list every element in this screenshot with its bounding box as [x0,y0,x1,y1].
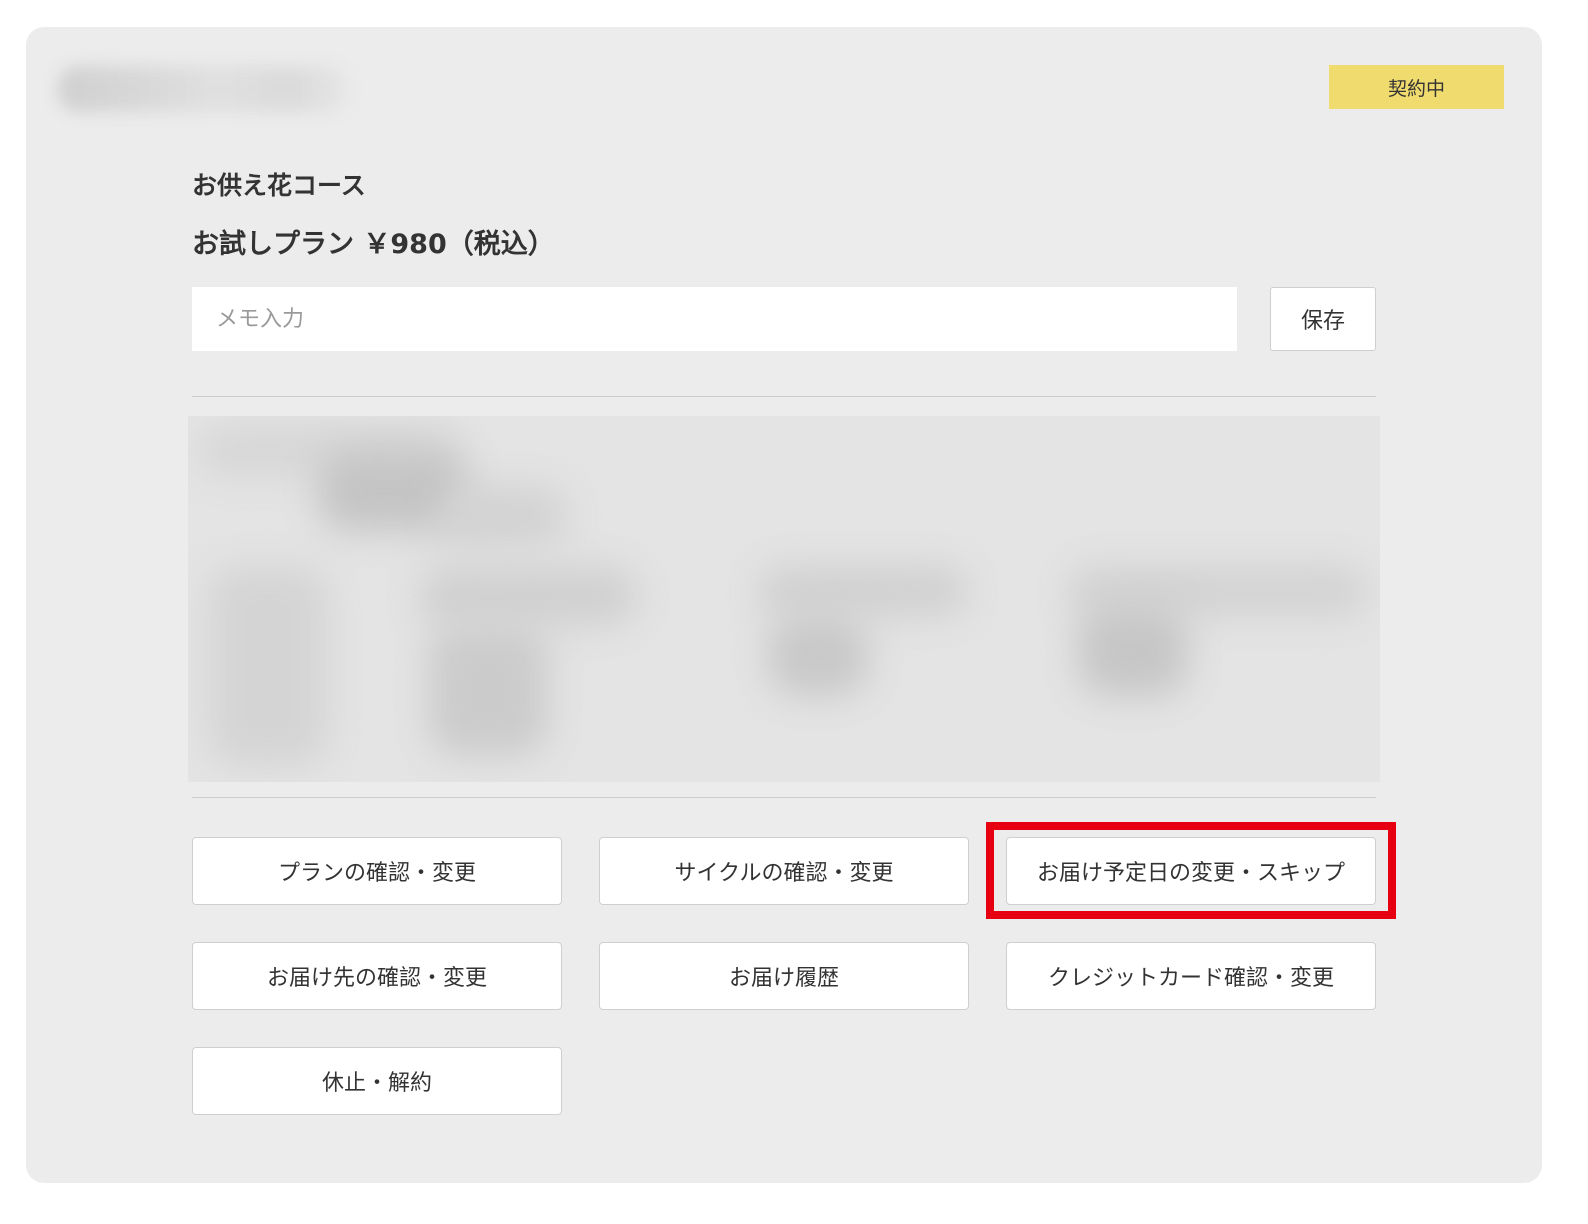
blurred-header [58,66,348,112]
save-button[interactable]: 保存 [1270,287,1376,351]
status-badge: 契約中 [1329,65,1504,109]
blurred-content [188,416,1380,782]
divider [192,797,1376,798]
delivery-address-button[interactable]: お届け先の確認・変更 [192,942,562,1010]
course-title: お供え花コース [192,171,366,200]
cycle-change-button[interactable]: サイクルの確認・変更 [599,837,969,905]
divider [192,396,1376,397]
memo-input[interactable] [192,287,1237,351]
delivery-date-skip-button[interactable]: お届け予定日の変更・スキップ [1006,837,1376,905]
pause-cancel-button[interactable]: 休止・解約 [192,1047,562,1115]
delivery-history-button[interactable]: お届け履歴 [599,942,969,1010]
plan-price: お試しプラン ￥980（税込） [192,229,555,260]
credit-card-button[interactable]: クレジットカード確認・変更 [1006,942,1376,1010]
plan-change-button[interactable]: プランの確認・変更 [192,837,562,905]
